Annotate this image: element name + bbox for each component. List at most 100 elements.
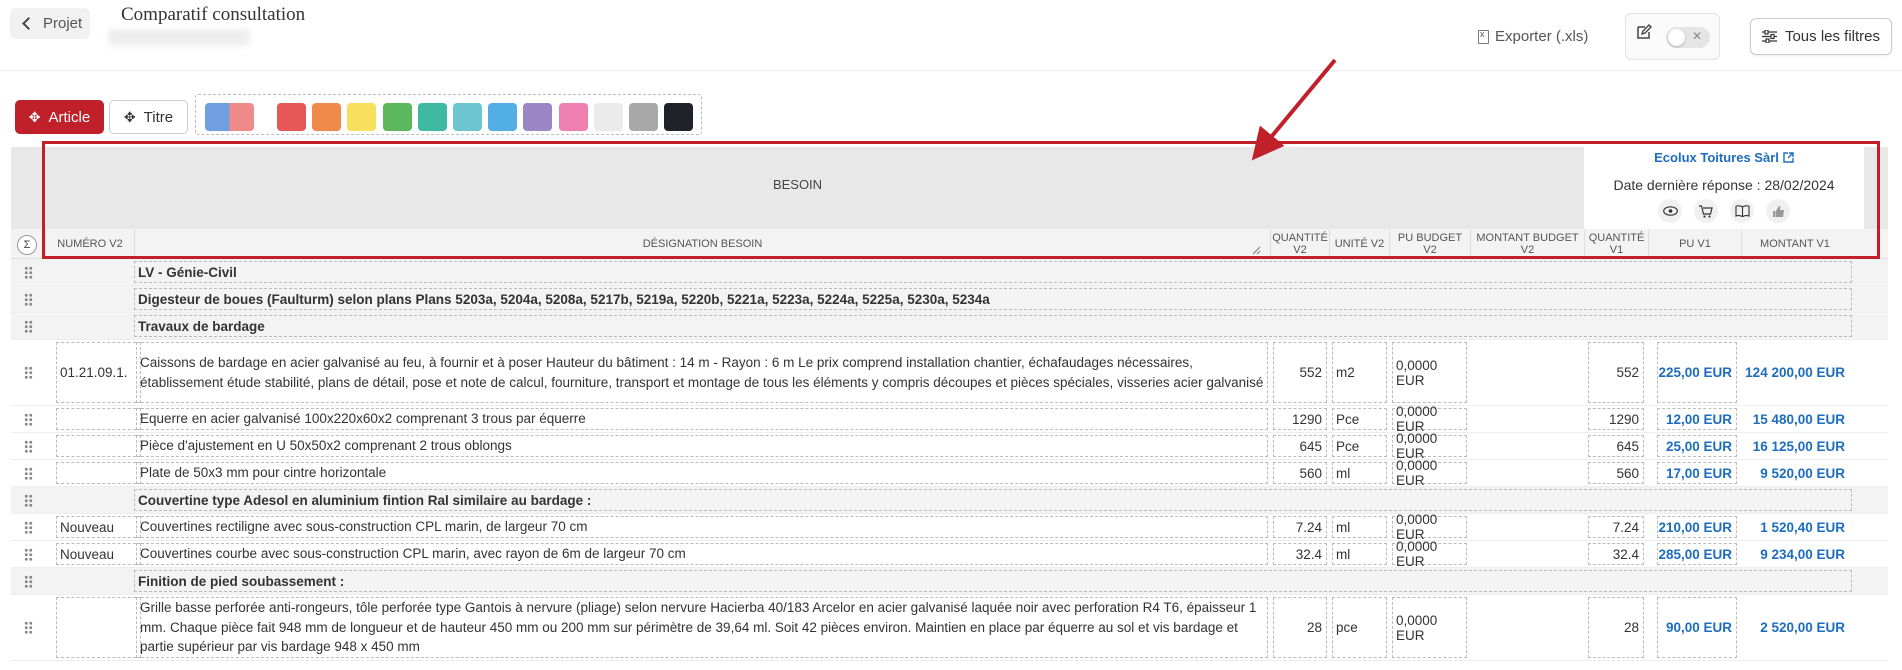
cart-icon[interactable] xyxy=(1694,199,1718,223)
col-unite-v2[interactable]: UNITÉ V2 xyxy=(1329,229,1389,259)
designation-cell[interactable]: Plate de 50x3 mm pour cintre horizontale xyxy=(136,462,1268,484)
pu-v1-cell[interactable]: 12,00 EUR xyxy=(1657,408,1737,430)
pu-budget-v2-cell[interactable]: 0,0000 EUR xyxy=(1392,539,1467,569)
drag-handle-icon[interactable] xyxy=(11,313,45,339)
numero-cell[interactable] xyxy=(56,408,141,430)
color-swatch[interactable] xyxy=(523,103,553,131)
all-filters-button[interactable]: Tous les filtres xyxy=(1750,18,1892,55)
col-quantite-v1[interactable]: QUANTITÉ V1 xyxy=(1584,229,1648,259)
section-label[interactable]: Finition de pied soubassement : xyxy=(134,570,1852,592)
drag-handle-icon[interactable] xyxy=(11,340,45,405)
numero-cell[interactable]: Nouveau xyxy=(56,543,141,565)
col-pu-v1[interactable]: PU V1 xyxy=(1648,229,1741,259)
quantite-v2-cell[interactable]: 28 xyxy=(1273,597,1327,658)
color-swatch[interactable] xyxy=(664,103,694,131)
pu-v1-cell[interactable]: 285,00 EUR xyxy=(1657,543,1737,565)
drag-handle-icon[interactable] xyxy=(11,487,45,513)
designation-cell[interactable]: Couvertines rectiligne avec sous-constru… xyxy=(136,516,1268,538)
unite-v2-cell[interactable]: ml xyxy=(1332,543,1387,565)
color-swatch[interactable] xyxy=(347,103,377,131)
back-button[interactable]: Projet xyxy=(10,8,90,39)
swatch-two-tone[interactable] xyxy=(205,103,254,131)
quantite-v1-cell[interactable]: 1290 xyxy=(1588,408,1644,430)
color-swatch[interactable] xyxy=(629,103,658,131)
quantite-v2-cell[interactable]: 32.4 xyxy=(1273,543,1327,565)
numero-cell[interactable] xyxy=(56,597,141,658)
drag-handle-icon[interactable] xyxy=(11,541,45,567)
unite-v2-cell[interactable]: m2 xyxy=(1332,342,1387,403)
pu-v1-cell[interactable]: 90,00 EUR xyxy=(1657,597,1737,658)
drag-handle-icon[interactable] xyxy=(11,568,45,594)
quantite-v2-cell[interactable]: 7.24 xyxy=(1273,516,1327,538)
unite-v2-cell[interactable]: pce xyxy=(1332,597,1387,658)
designation-cell[interactable]: Couvertines courbe avec sous-constructio… xyxy=(136,543,1268,565)
color-swatch[interactable] xyxy=(417,103,447,131)
section-label[interactable]: Couvertine type Adesol en aluminium fint… xyxy=(134,489,1852,511)
col-montant-v1[interactable]: MONTANT V1 xyxy=(1741,229,1848,259)
drag-handle-icon[interactable] xyxy=(11,595,45,660)
drag-handle-icon[interactable] xyxy=(11,286,45,312)
quantite-v2-cell[interactable]: 1290 xyxy=(1273,408,1327,430)
export-xls-button[interactable]: Exporter (.xls) xyxy=(1478,28,1588,45)
pu-v1-cell[interactable]: 225,00 EUR xyxy=(1657,342,1737,403)
pu-budget-v2-cell[interactable]: 0,0000 EUR xyxy=(1392,458,1467,488)
numero-cell[interactable]: Nouveau xyxy=(56,516,141,538)
section-label[interactable]: LV - Génie-Civil xyxy=(134,261,1852,283)
drag-handle-icon[interactable] xyxy=(11,460,45,486)
book-icon[interactable] xyxy=(1730,199,1754,223)
drag-handle-icon[interactable] xyxy=(11,514,45,540)
eye-icon[interactable] xyxy=(1658,199,1682,223)
quantite-v1-cell[interactable]: 552 xyxy=(1588,342,1644,403)
quantite-v1-cell[interactable]: 645 xyxy=(1588,435,1644,457)
col-designation[interactable]: DÉSIGNATION BESOIN xyxy=(134,229,1270,259)
pu-v1-cell[interactable]: 25,00 EUR xyxy=(1657,435,1737,457)
color-swatch[interactable] xyxy=(558,103,588,131)
col-numero-v2[interactable]: NUMÉRO V2 xyxy=(45,229,134,259)
color-swatch[interactable] xyxy=(453,103,482,131)
col-quantite-v2[interactable]: QUANTITÉ V2 xyxy=(1270,229,1329,259)
drag-handle-icon[interactable] xyxy=(11,433,45,459)
edit-mode-switch[interactable]: ✕ xyxy=(1666,27,1710,48)
pu-budget-v2-cell[interactable]: 0,0000 EUR xyxy=(1392,512,1467,542)
pu-v1-cell[interactable]: 17,00 EUR xyxy=(1657,462,1737,484)
numero-cell[interactable] xyxy=(56,435,141,457)
designation-cell[interactable]: Grille basse perforée anti-rongeurs, tôl… xyxy=(136,597,1268,658)
article-button[interactable]: ✥ Article xyxy=(15,100,104,134)
unite-v2-cell[interactable]: Pce xyxy=(1332,408,1387,430)
color-swatch[interactable] xyxy=(382,103,412,131)
pu-budget-v2-cell[interactable]: 0,0000 EUR xyxy=(1392,404,1467,434)
color-swatch[interactable] xyxy=(488,103,518,131)
drag-handle-icon[interactable] xyxy=(11,259,45,285)
color-swatch[interactable] xyxy=(593,103,623,131)
sigma-totals-button[interactable]: Σ xyxy=(17,235,37,255)
pu-v1-cell[interactable]: 210,00 EUR xyxy=(1657,516,1737,538)
pu-budget-v2-cell[interactable]: 0,0000 EUR xyxy=(1392,342,1467,403)
edit-icon[interactable] xyxy=(1636,24,1652,40)
section-label[interactable]: Travaux de bardage xyxy=(134,315,1852,337)
unite-v2-cell[interactable]: ml xyxy=(1332,462,1387,484)
quantite-v2-cell[interactable]: 552 xyxy=(1273,342,1327,403)
designation-cell[interactable]: Pièce d'ajustement en U 50x50x2 comprena… xyxy=(136,435,1268,457)
section-label[interactable]: Digesteur de boues (Faulturm) selon plan… xyxy=(134,288,1852,310)
designation-cell[interactable]: Caissons de bardage en acier galvanisé a… xyxy=(136,342,1268,403)
color-swatch[interactable] xyxy=(312,103,342,131)
numero-cell[interactable]: 01.21.09.1. xyxy=(56,342,141,403)
drag-handle-icon[interactable] xyxy=(11,406,45,432)
pu-budget-v2-cell[interactable]: 0,0000 EUR xyxy=(1392,431,1467,461)
thumbs-up-icon[interactable] xyxy=(1766,199,1790,223)
unite-v2-cell[interactable]: ml xyxy=(1332,516,1387,538)
designation-cell[interactable]: Equerre en acier galvanisé 100x220x60x2 … xyxy=(136,408,1268,430)
quantite-v2-cell[interactable]: 645 xyxy=(1273,435,1327,457)
quantite-v1-cell[interactable]: 28 xyxy=(1588,597,1644,658)
color-swatch[interactable] xyxy=(277,103,306,131)
col-montant-budget-v2[interactable]: MONTANT BUDGET V2 xyxy=(1470,229,1584,259)
titre-button[interactable]: ✥ Titre xyxy=(109,100,188,134)
numero-cell[interactable] xyxy=(56,462,141,484)
quantite-v1-cell[interactable]: 7.24 xyxy=(1588,516,1644,538)
unite-v2-cell[interactable]: Pce xyxy=(1332,435,1387,457)
quantite-v2-cell[interactable]: 560 xyxy=(1273,462,1327,484)
resize-handle-icon[interactable] xyxy=(1251,245,1261,255)
col-pu-budget-v2[interactable]: PU BUDGET V2 xyxy=(1389,229,1470,259)
supplier-name-link[interactable]: Ecolux Toitures Sàrl xyxy=(1654,150,1794,165)
quantite-v1-cell[interactable]: 560 xyxy=(1588,462,1644,484)
